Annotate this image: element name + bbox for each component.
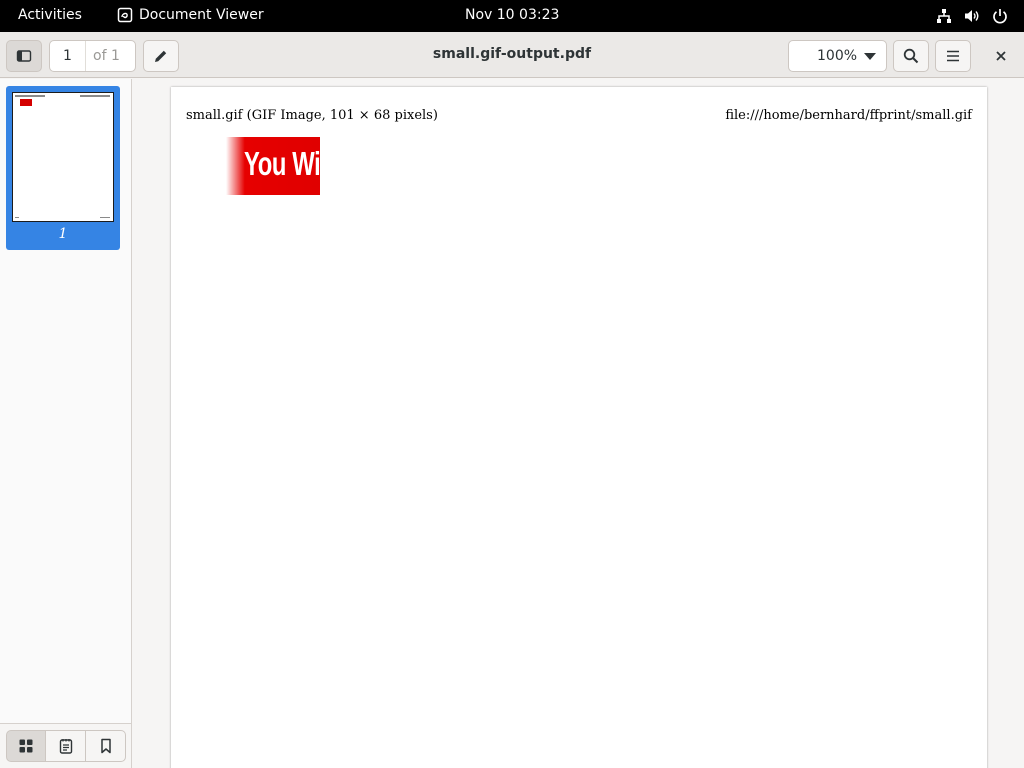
annotations-tab-button[interactable] (46, 730, 86, 762)
app-menu[interactable]: Document Viewer (117, 7, 264, 23)
annotations-icon (59, 739, 72, 754)
document-view[interactable]: small.gif (GIF Image, 101 × 68 pixels) f… (133, 79, 1024, 768)
current-page-input[interactable]: 1 (50, 41, 86, 71)
gif-image: You Will (226, 137, 320, 195)
sidebar: 1 (0, 79, 132, 768)
bookmark-icon (100, 738, 111, 754)
hamburger-menu-icon (947, 50, 959, 62)
sidebar-toggle-button[interactable] (6, 40, 42, 72)
chevron-down-icon (864, 53, 876, 60)
top-bar: Activities Document Viewer Nov 10 03:23 (0, 0, 1024, 32)
document-viewer-icon (117, 7, 133, 23)
thumbnails-tab-button[interactable] (6, 730, 46, 762)
zoom-value: 100% (817, 48, 858, 64)
network-icon (937, 9, 951, 23)
main-menu-button[interactable] (935, 40, 971, 72)
annotate-button[interactable] (143, 40, 179, 72)
close-window-button[interactable] (988, 40, 1014, 72)
zoom-selector[interactable]: 100% (788, 40, 887, 72)
pencil-icon (155, 50, 167, 62)
thumbnails-icon (19, 739, 33, 753)
search-button[interactable] (893, 40, 929, 72)
page-total-label: of 1 (93, 48, 120, 64)
power-icon (993, 9, 1007, 24)
bookmarks-tab-button[interactable] (86, 730, 126, 762)
gif-image-text: You Will (244, 145, 320, 182)
thumbnail-page-number: 1 (58, 226, 68, 242)
close-icon (996, 51, 1006, 61)
activities-button[interactable]: Activities (18, 7, 82, 23)
sidebar-footer (0, 723, 131, 768)
sidebar-icon (16, 50, 32, 62)
clock[interactable]: Nov 10 03:23 (465, 7, 559, 23)
page-thumbnail[interactable]: 1 (6, 86, 120, 250)
search-icon (903, 48, 919, 64)
pdf-page: small.gif (GIF Image, 101 × 68 pixels) f… (171, 87, 987, 768)
page-header-left: small.gif (GIF Image, 101 × 68 pixels) (186, 108, 438, 123)
volume-icon (965, 10, 979, 22)
page-selector[interactable]: 1 of 1 (49, 40, 136, 72)
page-header-right: file:///home/bernhard/ffprint/small.gif (725, 108, 972, 123)
system-tray[interactable] (936, 8, 1008, 24)
app-name: Document Viewer (139, 7, 264, 23)
thumbnail-page-preview (12, 92, 114, 222)
header-bar: 1 of 1 small.gif-output.pdf 100% (0, 32, 1024, 78)
